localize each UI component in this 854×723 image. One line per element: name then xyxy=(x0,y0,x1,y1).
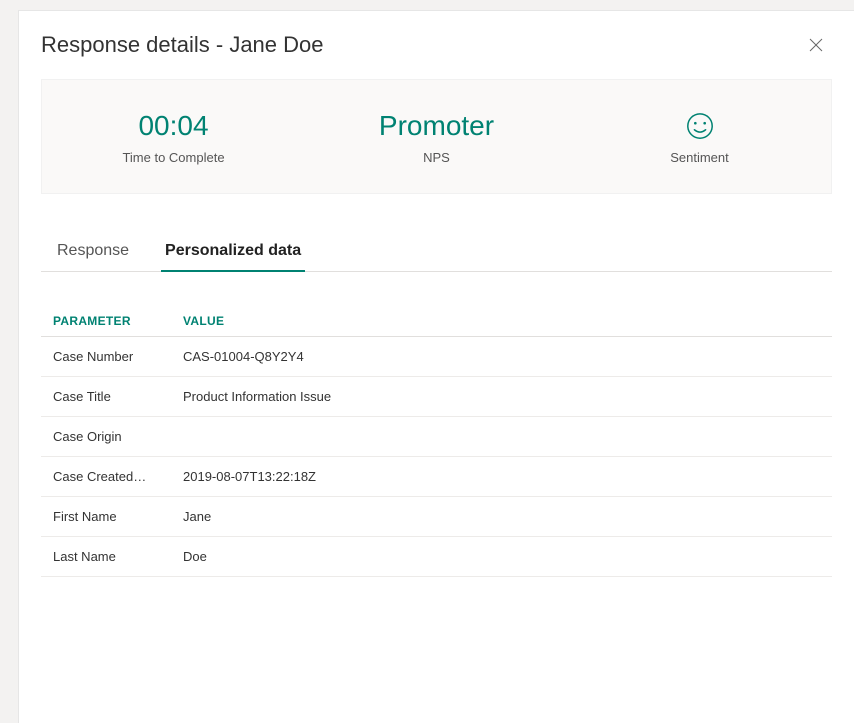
close-icon xyxy=(809,38,823,52)
sentiment-icon-wrap xyxy=(568,108,831,144)
value-cell: Product Information Issue xyxy=(171,377,832,417)
tabs: Response Personalized data xyxy=(41,232,832,272)
param-cell: Last Name xyxy=(41,537,171,577)
table-row: Last Name Doe xyxy=(41,537,832,577)
time-label: Time to Complete xyxy=(42,150,305,165)
tab-personalized-data[interactable]: Personalized data xyxy=(161,232,305,272)
nps-label: NPS xyxy=(305,150,568,165)
summary-bar: 00:04 Time to Complete Promoter NPS Sent… xyxy=(41,79,832,194)
table-row: Case Created… 2019-08-07T13:22:18Z xyxy=(41,457,832,497)
col-value: VALUE xyxy=(171,306,832,337)
value-cell: 2019-08-07T13:22:18Z xyxy=(171,457,832,497)
param-cell: Case Created… xyxy=(41,457,171,497)
smile-icon xyxy=(685,111,715,141)
value-cell: CAS-01004-Q8Y2Y4 xyxy=(171,337,832,377)
value-cell: Jane xyxy=(171,497,832,537)
param-cell: Case Title xyxy=(41,377,171,417)
nps-value: Promoter xyxy=(305,108,568,144)
modal-header: Response details - Jane Doe xyxy=(19,11,854,79)
close-button[interactable] xyxy=(800,29,832,61)
response-details-modal: Response details - Jane Doe 00:04 Time t… xyxy=(18,10,854,723)
value-cell: Doe xyxy=(171,537,832,577)
summary-sentiment: Sentiment xyxy=(568,108,831,165)
param-cell: First Name xyxy=(41,497,171,537)
sentiment-label: Sentiment xyxy=(568,150,831,165)
modal-title: Response details - Jane Doe xyxy=(41,32,324,58)
summary-nps: Promoter NPS xyxy=(305,108,568,165)
time-value: 00:04 xyxy=(42,108,305,144)
param-cell: Case Origin xyxy=(41,417,171,457)
param-cell: Case Number xyxy=(41,337,171,377)
table-row: Case Number CAS-01004-Q8Y2Y4 xyxy=(41,337,832,377)
table-row: Case Origin xyxy=(41,417,832,457)
table-row: Case Title Product Information Issue xyxy=(41,377,832,417)
summary-time: 00:04 Time to Complete xyxy=(42,108,305,165)
personalized-data-table: PARAMETER VALUE Case Number CAS-01004-Q8… xyxy=(41,306,832,577)
tab-response[interactable]: Response xyxy=(53,232,133,272)
value-cell xyxy=(171,417,832,457)
table-row: First Name Jane xyxy=(41,497,832,537)
col-parameter: PARAMETER xyxy=(41,306,171,337)
personalized-data-table-container: PARAMETER VALUE Case Number CAS-01004-Q8… xyxy=(41,306,832,577)
table-header-row: PARAMETER VALUE xyxy=(41,306,832,337)
